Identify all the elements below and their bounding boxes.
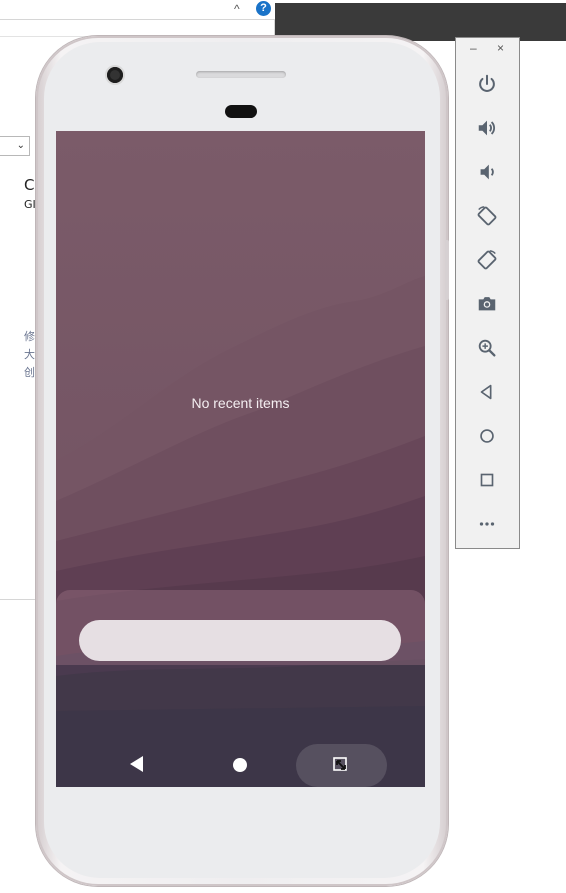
back-triangle-icon[interactable] xyxy=(130,756,143,772)
resize-arrows-icon xyxy=(333,757,347,771)
power-button[interactable] xyxy=(473,70,501,98)
home-button[interactable] xyxy=(473,422,501,450)
volume-down-icon xyxy=(480,164,494,180)
zoom-icon xyxy=(478,339,496,357)
collapse-caret-icon[interactable]: ^ xyxy=(234,0,240,18)
back-button[interactable] xyxy=(473,378,501,406)
rotate-left-icon xyxy=(477,206,497,226)
phone-screen[interactable]: No recent items xyxy=(56,131,425,787)
search-bar[interactable] xyxy=(79,620,401,661)
back-icon xyxy=(480,384,492,400)
volume-up-icon xyxy=(478,120,496,136)
desktop: ^ ? ⌄ C GI 修 大 创 No recent items – × xyxy=(0,0,566,893)
minimize-button[interactable]: – xyxy=(470,41,477,55)
background-text-line: 修 xyxy=(24,330,35,343)
emulator-toolbar: – × xyxy=(455,37,520,549)
help-icon[interactable]: ? xyxy=(256,1,271,16)
more-icon xyxy=(479,522,495,526)
home-icon xyxy=(480,429,494,443)
overview-button[interactable] xyxy=(473,466,501,494)
volume-up-button[interactable] xyxy=(473,114,501,142)
power-side-button xyxy=(445,240,449,300)
screenshot-button[interactable] xyxy=(473,290,501,318)
home-circle-icon[interactable] xyxy=(233,758,247,772)
dropdown-select[interactable]: ⌄ xyxy=(0,136,30,156)
power-icon xyxy=(479,74,495,92)
volume-down-button[interactable] xyxy=(473,158,501,186)
no-recent-items-label: No recent items xyxy=(191,395,290,411)
close-button[interactable]: × xyxy=(497,41,504,55)
background-window-topbar: ^ ? xyxy=(0,0,275,20)
navigation-bar xyxy=(56,741,425,787)
background-subheading: GI xyxy=(24,198,36,211)
rotate-left-button[interactable] xyxy=(473,202,501,230)
rotate-right-icon xyxy=(477,250,497,270)
camera-icon xyxy=(478,297,496,311)
front-camera xyxy=(107,67,123,83)
proximity-sensor xyxy=(225,105,257,118)
wallpaper xyxy=(56,131,425,787)
more-button[interactable] xyxy=(473,510,501,538)
zoom-button[interactable] xyxy=(473,334,501,362)
background-text-line: 创 xyxy=(24,366,35,379)
rotate-right-button[interactable] xyxy=(473,246,501,274)
background-heading: C xyxy=(24,176,35,194)
earpiece-speaker xyxy=(196,71,286,78)
background-text-line: 大 xyxy=(24,348,35,361)
recents-button[interactable] xyxy=(296,744,387,787)
overview-icon xyxy=(480,473,494,487)
